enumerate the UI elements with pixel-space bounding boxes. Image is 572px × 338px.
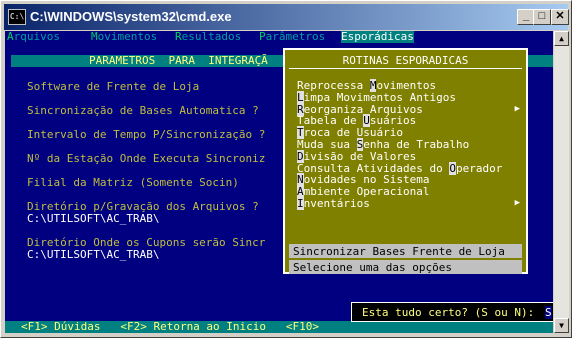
popup-title: ROTINAS ESPORADICAS <box>342 54 469 67</box>
function-keys-hint: <F1> Dúvidas <F2> Retorna ao Inicio <F10… <box>21 320 320 333</box>
param-label: Intervalo de Tempo P/Sincronização ? <box>27 128 266 141</box>
param-label: Filial da Matriz (Somente Socin) <box>27 176 239 189</box>
confirm-answer-input[interactable]: S <box>545 306 552 319</box>
option-text: perador <box>455 161 503 175</box>
param-label: Sincronização de Bases Automatica ? <box>27 104 259 117</box>
menu-option[interactable]: Inventários <box>297 197 370 210</box>
maximize-button[interactable]: □ <box>533 9 551 25</box>
window-title: C:\WINDOWS\system32\cmd.exe <box>30 9 232 24</box>
esporadicas-menu: ROTINAS ESPORADICAS Reprocessa Movimento… <box>283 48 528 274</box>
param-label: Nº da Estação Onde Executa Sincroniz <box>27 152 266 165</box>
confirm-box: Esta tudo certo? (S ou N): S <box>351 302 553 322</box>
cmd-icon[interactable]: C:\ <box>8 9 26 25</box>
console-area[interactable]: Arquivos Movimentos Resultados Parâmetro… <box>5 31 553 333</box>
popup-hint: Selecione uma das opções <box>289 260 522 274</box>
submenu-arrow-icon: ▶ <box>514 103 520 114</box>
scroll-up-arrow-icon[interactable]: ▲ <box>554 31 569 46</box>
option-hotkey: O <box>449 161 456 175</box>
menu-parametros[interactable]: Parâmetros <box>259 31 325 43</box>
vertical-scrollbar[interactable]: ▲ ▼ <box>554 31 569 333</box>
option-text: nventários <box>303 197 370 210</box>
menu-option-selected[interactable]: Sincronizar Bases Frente de Loja <box>289 244 522 258</box>
close-button[interactable]: ✕ <box>551 9 569 25</box>
menu-movimentos[interactable]: Movimentos <box>91 31 157 43</box>
menu-esporadicas[interactable]: Esporádicas <box>341 31 414 43</box>
param-label: Software de Frente de Loja <box>27 80 200 93</box>
path-field[interactable]: C:\UTILSOFT\AC_TRAB\ <box>27 213 159 225</box>
console-window: C:\ C:\WINDOWS\system32\cmd.exe _ □ ✕ Ar… <box>0 0 572 338</box>
title-bar[interactable]: C:\ C:\WINDOWS\system32\cmd.exe _ □ ✕ <box>4 4 569 30</box>
confirm-question: Esta tudo certo? (S ou N): <box>362 306 535 319</box>
menu-arquivos[interactable]: Arquivos <box>7 31 60 43</box>
scroll-down-arrow-icon[interactable]: ▼ <box>554 318 569 333</box>
option-hotkey: I <box>297 197 304 210</box>
param-panel-title: PARAMETROS PARA INTEGRAÇÃ <box>89 54 268 67</box>
option-hotkey: L <box>297 90 304 104</box>
submenu-arrow-icon: ▶ <box>514 198 520 208</box>
menu-resultados[interactable]: Resultados <box>175 31 241 43</box>
popup-divider <box>289 68 522 69</box>
path-field[interactable]: C:\UTILSOFT\AC_TRAB\ <box>27 249 159 261</box>
